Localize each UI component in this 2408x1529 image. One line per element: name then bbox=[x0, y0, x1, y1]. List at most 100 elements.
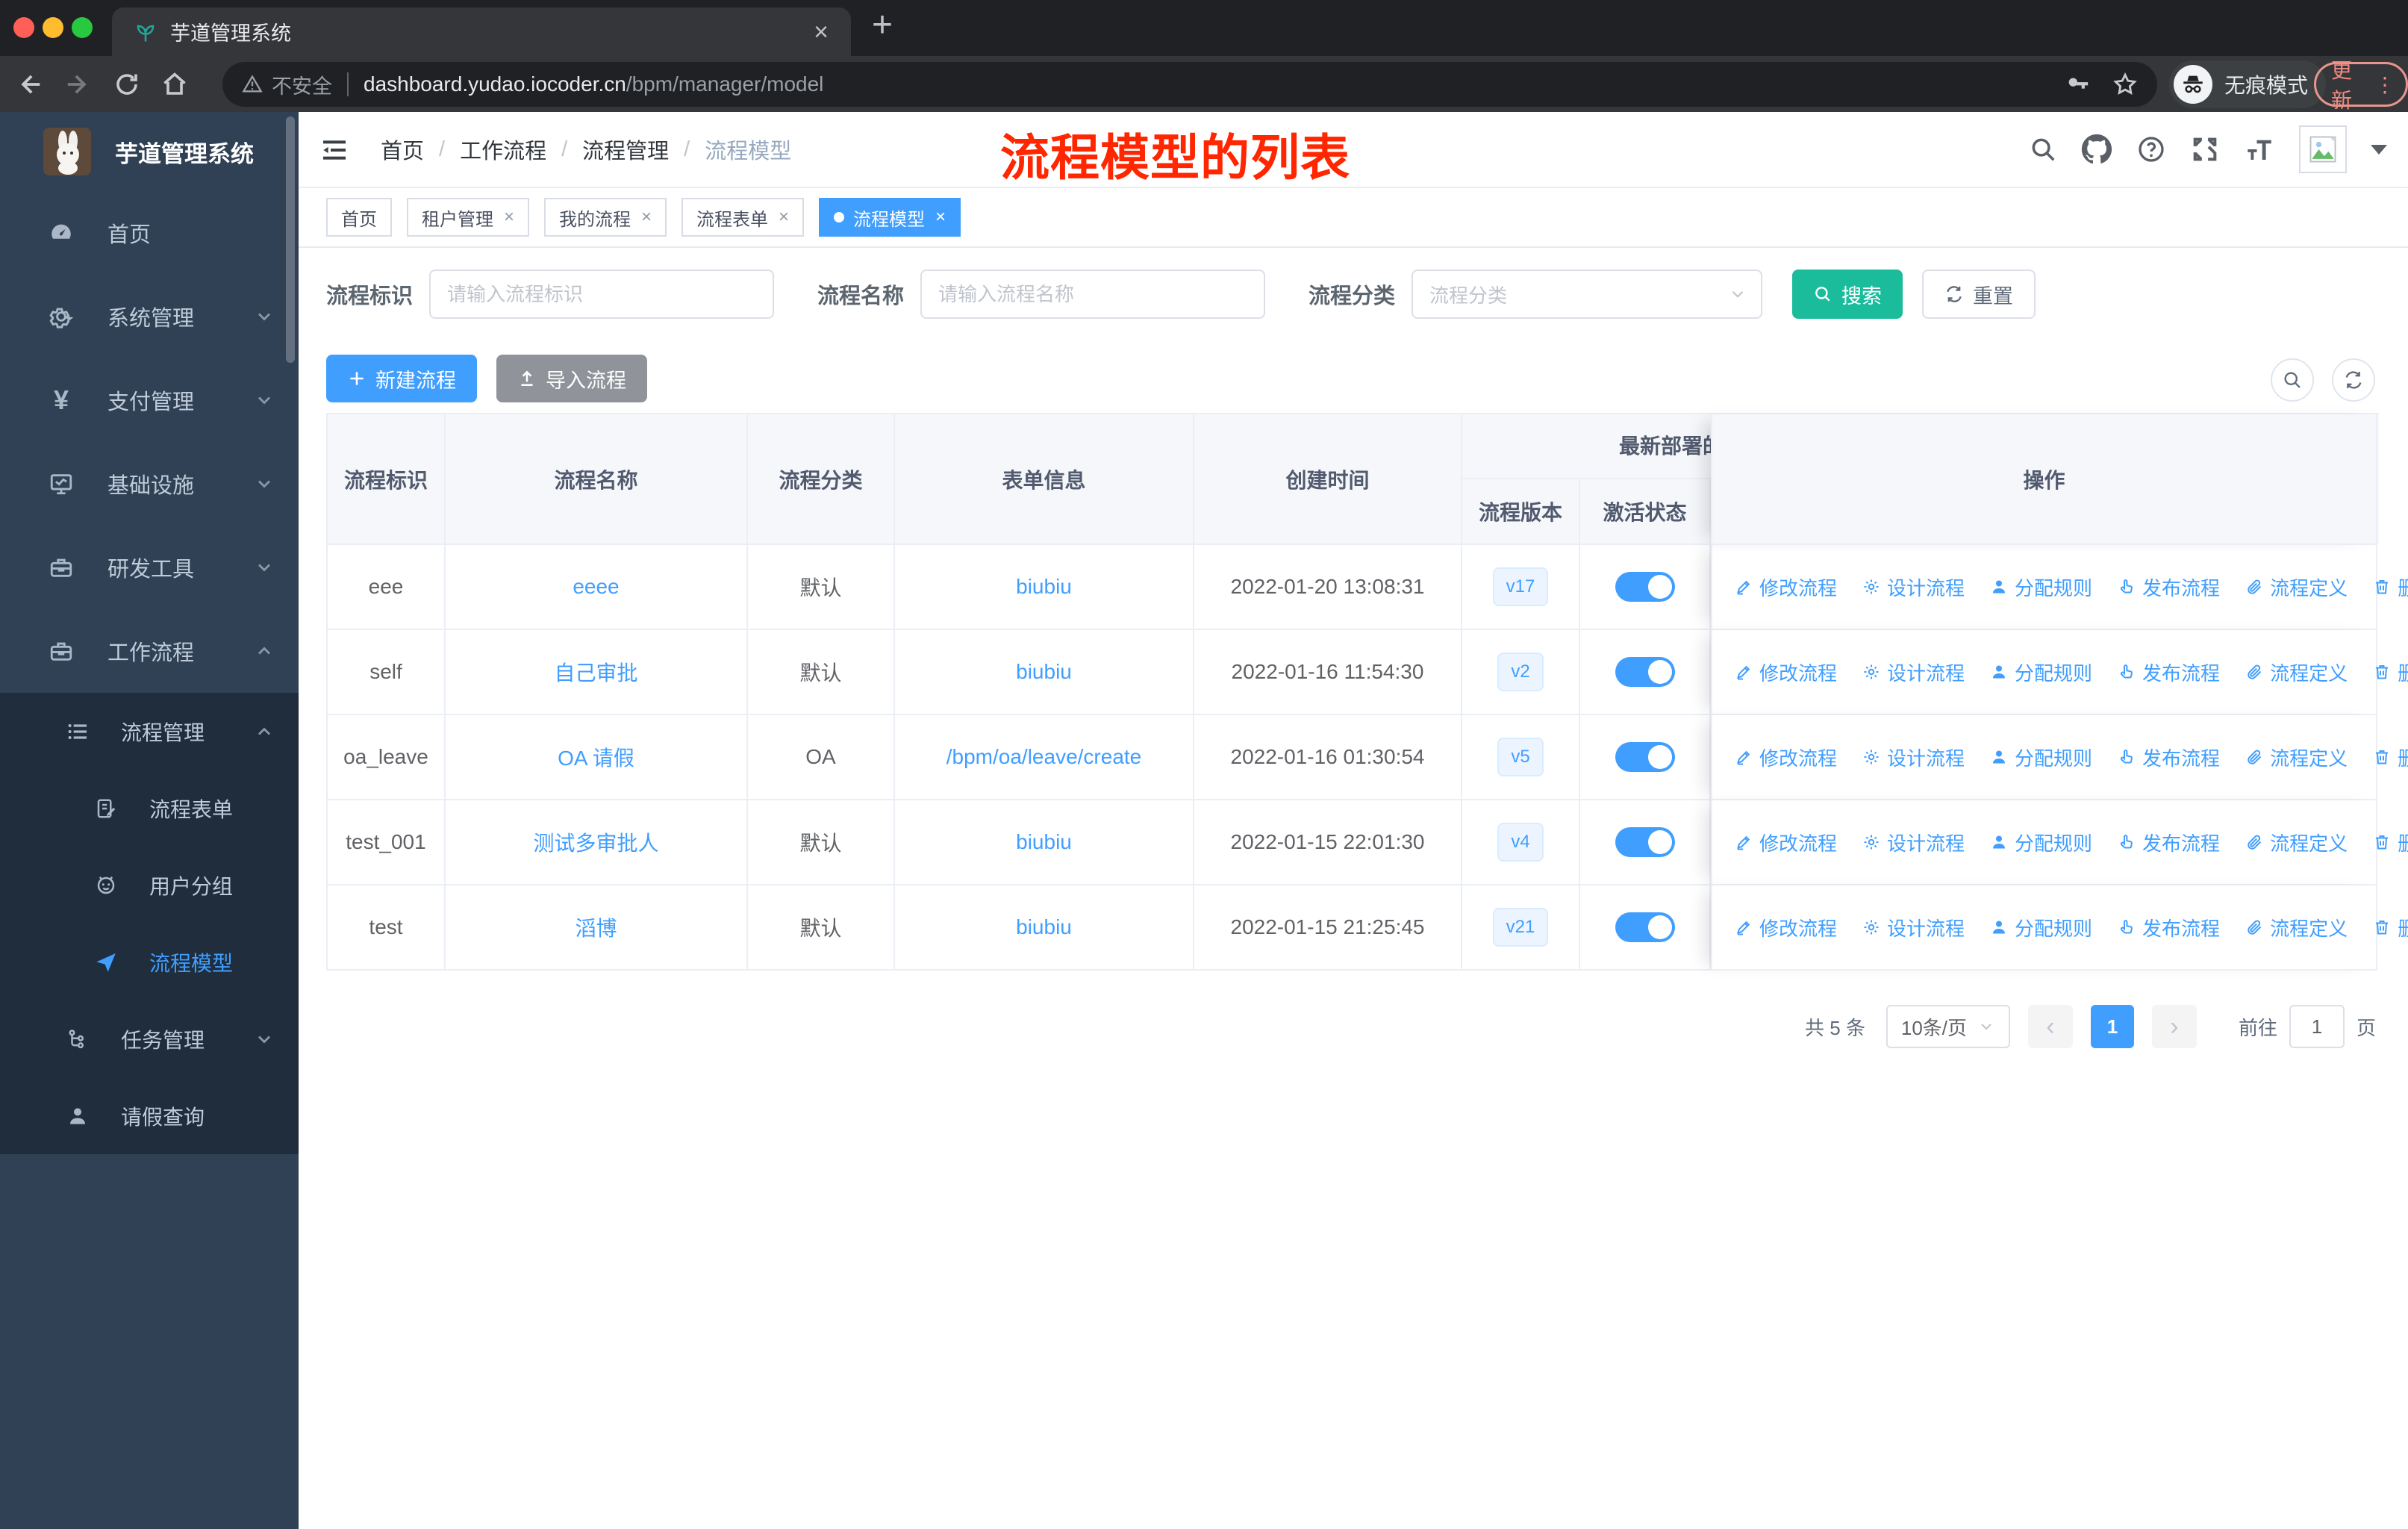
search-button[interactable]: 搜索 bbox=[1792, 270, 1903, 319]
form-info-link[interactable]: biubiu bbox=[1016, 915, 1072, 939]
tab-close-icon[interactable]: × bbox=[814, 19, 829, 45]
refresh-icon[interactable] bbox=[2332, 358, 2375, 402]
browser-menu-icon[interactable]: ⋮ bbox=[2374, 72, 2395, 97]
tag-process-model[interactable]: 流程模型 × bbox=[819, 198, 961, 237]
tag-home[interactable]: 首页 bbox=[326, 198, 392, 237]
sidebar-item-infra[interactable]: 基础设施 bbox=[0, 442, 299, 526]
tag-my-process[interactable]: 我的流程 × bbox=[544, 198, 667, 237]
tag-close-icon[interactable]: × bbox=[935, 207, 946, 228]
action-publish-process[interactable]: 发布流程 bbox=[2118, 744, 2220, 771]
sidebar-scrollbar[interactable] bbox=[286, 116, 295, 363]
sidebar-item-task-mgmt[interactable]: 任务管理 bbox=[0, 1000, 299, 1077]
action-assign-rule[interactable]: 分配规则 bbox=[1990, 573, 2092, 601]
sidebar-item-devtools[interactable]: 研发工具 bbox=[0, 526, 299, 609]
action-publish-process[interactable]: 发布流程 bbox=[2118, 573, 2220, 601]
next-page-button[interactable]: › bbox=[2151, 1005, 2197, 1048]
action-design-process[interactable]: 设计流程 bbox=[1862, 744, 1965, 771]
prev-page-button[interactable]: ‹ bbox=[2027, 1005, 2073, 1048]
action-edit-process[interactable]: 修改流程 bbox=[1735, 829, 1837, 856]
action-delete[interactable]: 删除 bbox=[2373, 829, 2408, 856]
form-info-link[interactable]: biubiu bbox=[1016, 830, 1072, 854]
url-path[interactable]: /bpm/manager/model bbox=[626, 72, 824, 96]
browser-tab[interactable]: 芋道管理系统 × bbox=[112, 7, 851, 56]
tag-tenant[interactable]: 租户管理 × bbox=[407, 198, 530, 237]
sidebar-item-payment[interactable]: ¥ 支付管理 bbox=[0, 358, 299, 442]
action-edit-process[interactable]: 修改流程 bbox=[1735, 914, 1837, 941]
close-window-button[interactable] bbox=[13, 17, 34, 38]
active-toggle[interactable] bbox=[1615, 742, 1675, 772]
tag-process-form[interactable]: 流程表单 × bbox=[681, 198, 805, 237]
action-publish-process[interactable]: 发布流程 bbox=[2118, 829, 2220, 856]
form-info-link[interactable]: /bpm/oa/leave/create bbox=[946, 745, 1142, 769]
help-icon[interactable] bbox=[2136, 134, 2166, 164]
new-tab-button[interactable]: + bbox=[872, 4, 893, 46]
fullscreen-icon[interactable] bbox=[2190, 134, 2220, 164]
tag-close-icon[interactable]: × bbox=[779, 207, 789, 228]
back-icon[interactable] bbox=[15, 70, 43, 99]
search-icon[interactable] bbox=[2029, 135, 2057, 164]
sidebar-item-home[interactable]: 首页 bbox=[0, 191, 299, 275]
action-assign-rule[interactable]: 分配规则 bbox=[1990, 914, 2092, 941]
github-icon[interactable] bbox=[2081, 134, 2112, 165]
process-name-link[interactable]: 滔博 bbox=[575, 912, 617, 942]
form-info-link[interactable]: biubiu bbox=[1016, 575, 1072, 599]
action-delete[interactable]: 删除 bbox=[2373, 744, 2408, 771]
minimize-window-button[interactable] bbox=[43, 17, 63, 38]
import-process-button[interactable]: 导入流程 bbox=[496, 355, 647, 402]
action-edit-process[interactable]: 修改流程 bbox=[1735, 744, 1837, 771]
browser-update-button[interactable]: 更新 ⋮ bbox=[2314, 59, 2408, 112]
active-toggle[interactable] bbox=[1615, 657, 1675, 687]
action-delete[interactable]: 删除 bbox=[2373, 914, 2408, 941]
zoom-window-button[interactable] bbox=[72, 17, 93, 38]
action-process-definition[interactable]: 流程定义 bbox=[2245, 573, 2348, 601]
font-size-icon[interactable] bbox=[2244, 134, 2275, 165]
not-secure-label[interactable]: 不安全 bbox=[272, 70, 332, 99]
action-design-process[interactable]: 设计流程 bbox=[1862, 914, 1965, 941]
action-delete[interactable]: 删除 bbox=[2373, 658, 2408, 686]
sidebar-item-user-group[interactable]: 用户分组 bbox=[0, 847, 299, 924]
url-host[interactable]: dashboard.yudao.iocoder.cn bbox=[364, 72, 626, 96]
breadcrumb-home[interactable]: 首页 bbox=[381, 134, 424, 165]
current-page-button[interactable]: 1 bbox=[2090, 1005, 2134, 1048]
sidebar-item-process-mgmt[interactable]: 流程管理 bbox=[0, 693, 299, 770]
action-process-definition[interactable]: 流程定义 bbox=[2245, 744, 2348, 771]
tag-close-icon[interactable]: × bbox=[504, 207, 514, 228]
sidebar-item-leave-query[interactable]: 请假查询 bbox=[0, 1077, 299, 1154]
breadcrumb-process-mgmt[interactable]: 流程管理 bbox=[582, 134, 669, 165]
action-publish-process[interactable]: 发布流程 bbox=[2118, 914, 2220, 941]
reset-button[interactable]: 重置 bbox=[1922, 270, 2036, 319]
sidebar-item-workflow[interactable]: 工作流程 bbox=[0, 609, 299, 693]
action-design-process[interactable]: 设计流程 bbox=[1862, 573, 1965, 601]
action-delete[interactable]: 删除 bbox=[2373, 573, 2408, 601]
form-info-link[interactable]: biubiu bbox=[1016, 660, 1072, 684]
active-toggle[interactable] bbox=[1615, 827, 1675, 857]
filter-name-input[interactable] bbox=[920, 270, 1266, 319]
avatar-caret-icon[interactable] bbox=[2371, 144, 2387, 155]
action-edit-process[interactable]: 修改流程 bbox=[1735, 658, 1837, 686]
process-name-link[interactable]: 测试多审批人 bbox=[533, 827, 658, 857]
reload-icon[interactable] bbox=[113, 71, 140, 98]
action-design-process[interactable]: 设计流程 bbox=[1862, 829, 1965, 856]
home-icon[interactable] bbox=[161, 71, 188, 98]
page-size-select[interactable]: 10条/页 bbox=[1885, 1005, 2010, 1048]
sidebar-item-process-form[interactable]: 流程表单 bbox=[0, 770, 299, 847]
action-process-definition[interactable]: 流程定义 bbox=[2245, 829, 2348, 856]
active-toggle[interactable] bbox=[1615, 912, 1675, 942]
action-process-definition[interactable]: 流程定义 bbox=[2245, 658, 2348, 686]
goto-page-input[interactable] bbox=[2289, 1005, 2345, 1048]
key-icon[interactable] bbox=[2065, 72, 2090, 97]
action-publish-process[interactable]: 发布流程 bbox=[2118, 658, 2220, 686]
collapse-sidebar-icon[interactable] bbox=[319, 135, 349, 165]
action-assign-rule[interactable]: 分配规则 bbox=[1990, 658, 2092, 686]
action-process-definition[interactable]: 流程定义 bbox=[2245, 914, 2348, 941]
active-toggle[interactable] bbox=[1615, 572, 1675, 602]
address-bar[interactable]: 不安全 dashboard.yudao.iocoder.cn/bpm/manag… bbox=[222, 62, 2157, 107]
process-name-link[interactable]: OA 请假 bbox=[558, 742, 634, 772]
filter-category-select[interactable]: 流程分类 bbox=[1412, 270, 1763, 319]
bookmark-star-icon[interactable] bbox=[2112, 72, 2138, 97]
filter-key-input[interactable] bbox=[429, 270, 775, 319]
show-search-icon[interactable] bbox=[2271, 358, 2314, 402]
breadcrumb-workflow[interactable]: 工作流程 bbox=[460, 134, 546, 165]
process-name-link[interactable]: eeee bbox=[573, 575, 619, 599]
action-design-process[interactable]: 设计流程 bbox=[1862, 658, 1965, 686]
